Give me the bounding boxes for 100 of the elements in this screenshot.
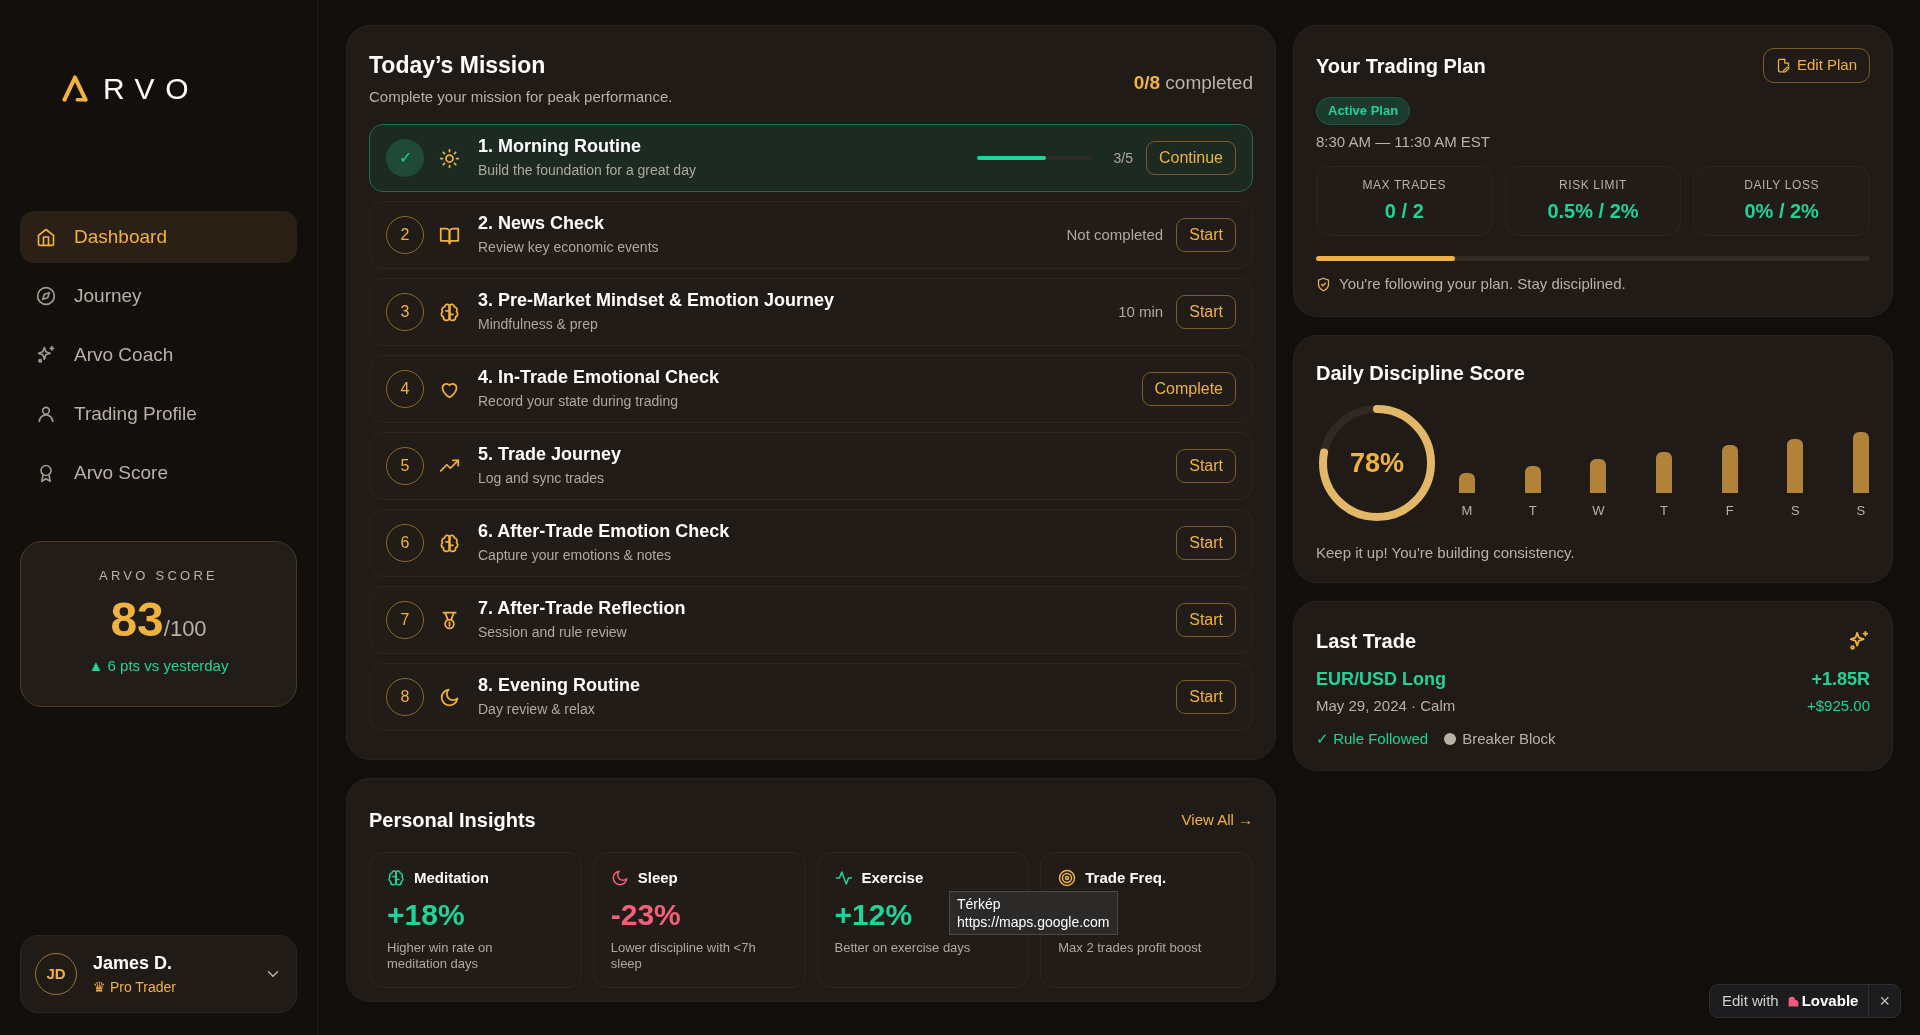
insight-label: Sleep — [637, 868, 678, 888]
arvo-logo: RVO — [61, 63, 297, 113]
score-ring-icon — [1316, 402, 1438, 524]
day-label: F — [1725, 501, 1734, 520]
action-button[interactable]: Start — [1176, 295, 1236, 329]
mission-row[interactable]: 4 4. In-Trade Emotional Check Record your state during trading Complete — [369, 355, 1253, 423]
sun-icon — [439, 147, 460, 169]
moon-icon — [610, 869, 629, 888]
tooltip-url: https://maps.google.com — [957, 913, 1110, 932]
insights-title: Personal Insights — [369, 808, 536, 833]
pulse-icon — [834, 869, 853, 888]
compass-icon — [36, 286, 56, 306]
brain-icon — [439, 301, 460, 323]
step-marker: ✓ — [386, 139, 424, 177]
day-label: M — [1461, 501, 1473, 520]
brain-icon — [439, 532, 460, 554]
task-description: Build the foundation for a great day — [478, 161, 696, 181]
brain-icon — [387, 869, 405, 888]
task-title: 4. In-Trade Emotional Check — [478, 365, 720, 389]
mission-row[interactable]: 3 3. Pre-Market Mindset & Emotion Journey Mindfulness & prep 10 min Start — [369, 278, 1253, 346]
stat-value: 0% / 2% — [1744, 199, 1819, 224]
insight-label: Exercise — [861, 868, 924, 888]
task-description: Capture your emotions & notes — [478, 546, 672, 566]
active-plan-badge: Active Plan — [1316, 97, 1411, 125]
nav-item[interactable]: Arvo Coach — [20, 329, 297, 381]
mission-row[interactable]: 6 6. After-Trade Emotion Check Capture your emotions & notes Start — [369, 509, 1253, 577]
action-button[interactable]: Start — [1176, 603, 1236, 637]
last-trade-title: Last Trade — [1316, 629, 1417, 654]
action-button[interactable]: Start — [1176, 449, 1236, 483]
insight-description: Higher win rate on meditation days — [387, 939, 494, 974]
day-label: W — [1592, 501, 1605, 520]
stat-value: 0.5% / 2% — [1547, 199, 1639, 224]
progress-reading: 3/5 — [1113, 148, 1133, 168]
nav-item[interactable]: Arvo Score — [20, 447, 297, 499]
action-button[interactable]: Start — [1176, 218, 1236, 252]
day-bar — [1787, 438, 1804, 493]
task-description: Day review & relax — [478, 700, 596, 720]
score-value: 83 — [110, 595, 164, 644]
nav-item[interactable]: Trading Profile — [20, 388, 297, 440]
user-name: James D. — [93, 952, 174, 975]
edit-with-text: Edit with — [1721, 990, 1780, 1011]
task-title: 1. Morning Routine — [478, 134, 642, 158]
stat-label: RISK LIMIT — [1559, 177, 1627, 194]
moon-icon — [439, 686, 460, 708]
action-button[interactable]: Start — [1176, 526, 1236, 560]
insight-value: -23% — [610, 899, 681, 930]
day-bar — [1852, 431, 1869, 493]
insight-value: +18% — [387, 899, 465, 930]
target-icon — [1058, 869, 1077, 888]
view-all-link[interactable]: View All → — [1181, 808, 1253, 832]
trade-pair: EUR/USD Long — [1316, 668, 1447, 691]
day-bar — [1459, 472, 1475, 493]
mission-row[interactable]: 2 2. News Check Review key economic events Not completed Start — [369, 201, 1253, 269]
task-title: 8. Evening Routine — [478, 673, 641, 697]
file-edit-icon — [1775, 58, 1791, 73]
task-description: Mindfulness & prep — [478, 315, 599, 335]
shield-check-icon — [1316, 276, 1331, 292]
mission-row[interactable]: 8 8. Evening Routine Day review & relax Start — [369, 663, 1253, 731]
plan-note: You're following your plan. Stay disciplined. — [1339, 274, 1626, 294]
mission-row[interactable]: ✓ 1. Morning Routine Build the foundation for a great day 3/5 Continue — [369, 124, 1253, 192]
task-description: Record your state during trading — [478, 392, 679, 412]
edit-with-badge[interactable]: Edit with Lovable × — [1709, 984, 1901, 1018]
insight-description: Better on exercise days — [834, 939, 972, 957]
trade-r-multiple: +1.85R — [1811, 668, 1870, 691]
edit-plan-button[interactable]: Edit Plan — [1762, 48, 1870, 83]
home-icon — [36, 227, 56, 247]
day-label: T — [1528, 501, 1537, 520]
heart-logo-icon — [1786, 994, 1800, 1008]
insight-label: Meditation — [414, 868, 489, 888]
task-description: Log and sync trades — [478, 469, 606, 489]
insight-description: Lower discipline with <7h sleep — [610, 939, 757, 974]
stat-label: DAILY LOSS — [1744, 177, 1820, 194]
stat-value: 0 / 2 — [1384, 199, 1424, 224]
nav-item[interactable]: Journey — [20, 270, 297, 322]
plan-hours: 8:30 AM — 11:30 AM EST — [1316, 131, 1491, 152]
score-max: /100 — [163, 615, 207, 643]
trade-meta: May 29, 2024 · Calm — [1316, 696, 1456, 716]
action-button[interactable]: Complete — [1141, 372, 1236, 406]
insight-value: +12% — [834, 899, 913, 930]
user-card[interactable]: JD James D. ♛ Pro Trader — [20, 935, 297, 1013]
mission-subtitle: Complete your mission for peak performance. — [369, 86, 673, 107]
discipline-note: Keep it up! You're building consistency. — [1316, 543, 1576, 563]
nav-item[interactable]: Dashboard — [20, 211, 297, 263]
rule-followed-tag: ✓ Rule Followed — [1316, 727, 1429, 750]
score-title: ARVO SCORE — [99, 567, 218, 585]
task-title: 2. News Check — [478, 211, 606, 235]
day-bar — [1524, 465, 1541, 493]
close-button[interactable]: × — [1868, 985, 1900, 1017]
action-button[interactable]: Continue — [1145, 141, 1236, 175]
sparkles-icon — [36, 345, 56, 365]
task-status: Not completed — [1066, 224, 1164, 245]
mountain-logo-icon — [61, 74, 89, 102]
day-label: S — [1856, 501, 1866, 520]
score-change: ▲ 6 pts vs yesterday — [88, 655, 229, 676]
score-percent: 78% — [1349, 446, 1404, 480]
mission-row[interactable]: 5 5. Trade Journey Log and sync trades Start — [369, 432, 1253, 500]
mission-row[interactable]: 7 7. After-Trade Reflection Session and rule review Start — [369, 586, 1253, 654]
action-button[interactable]: Start — [1176, 680, 1236, 714]
stat-label: MAX TRADES — [1362, 177, 1447, 194]
task-title: 3. Pre-Market Mindset & Emotion Journey — [478, 288, 835, 312]
